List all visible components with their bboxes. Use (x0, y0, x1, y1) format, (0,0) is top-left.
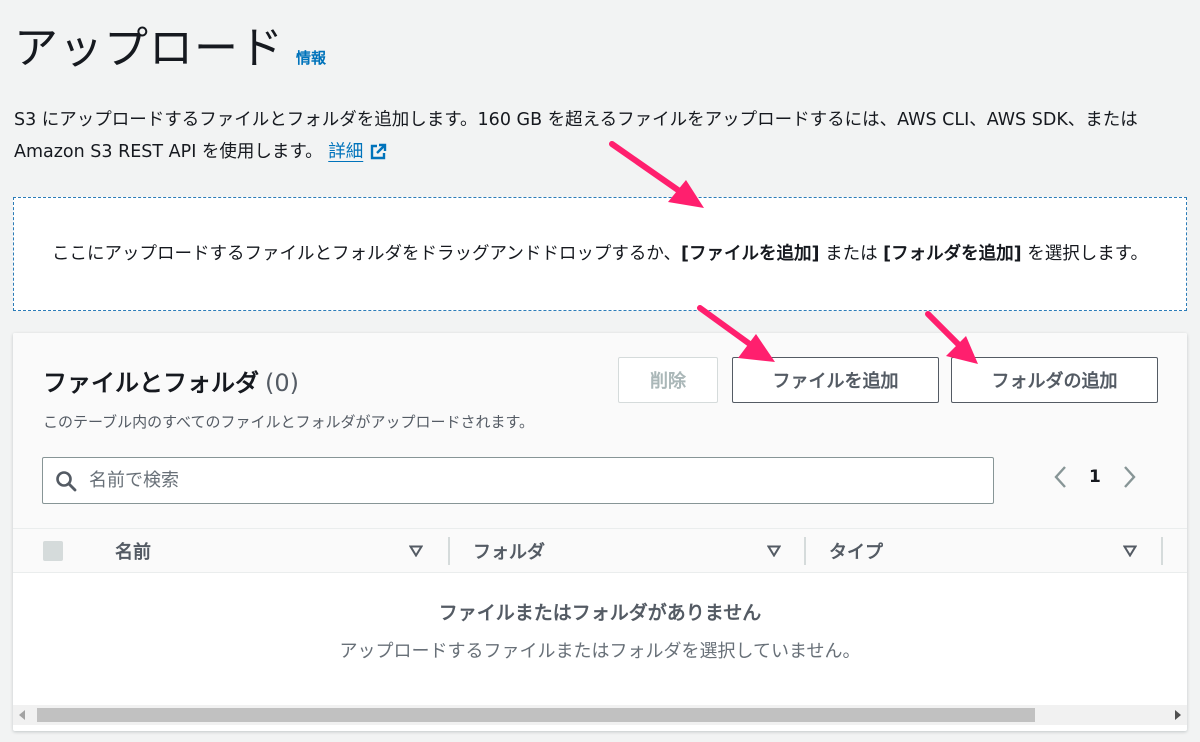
description-text: S3 にアップロードするファイルとフォルダを追加します。160 GB を超えるフ… (14, 110, 1138, 162)
column-header-folder[interactable]: フォルダ (473, 529, 793, 573)
current-page-number[interactable]: 1 (1089, 467, 1101, 487)
files-and-folders-panel: ファイルとフォルダ (0) このテーブル内のすべてのファイルとフォルダがアップロー… (13, 333, 1187, 731)
page-description: S3 にアップロードするファイルとフォルダを追加します。160 GB を超えるフ… (14, 104, 1190, 168)
caret-down-icon[interactable] (409, 545, 423, 557)
search-box[interactable] (42, 457, 994, 504)
chevron-left-icon[interactable] (1053, 465, 1067, 489)
search-icon (56, 470, 77, 491)
panel-title-text: ファイルとフォルダ (43, 369, 259, 397)
page-title: アップロード (14, 23, 284, 74)
caret-down-icon[interactable] (1123, 545, 1137, 557)
empty-state-title: ファイルまたはフォルダがありません (438, 602, 762, 624)
external-link-icon (371, 143, 387, 160)
empty-state-description: アップロードするファイルまたはフォルダを選択していません。 (339, 641, 861, 662)
column-divider[interactable] (448, 537, 450, 565)
column-label-type: タイプ (829, 542, 883, 563)
search-input[interactable] (89, 470, 969, 491)
caret-down-icon[interactable] (767, 545, 781, 557)
scroll-left-arrow-icon[interactable] (19, 710, 25, 720)
dropzone-text-before: ここにアップロードするファイルとフォルダをドラッグアンドドロップするか、 (52, 244, 681, 264)
delete-button[interactable]: 削除 (618, 357, 718, 403)
table-header: 名前 フォルダ タイプ (13, 529, 1187, 573)
column-divider[interactable] (1161, 537, 1163, 565)
dropzone-text-after: を選択します。 (1021, 244, 1148, 264)
dropzone-text: ここにアップロードするファイルとフォルダをドラッグアンドドロップするか、[ファイ… (52, 238, 1148, 270)
page-header: アップロード 情報 (14, 12, 326, 76)
dropzone-add-files-ref: [ファイルを追加] (681, 244, 820, 264)
scroll-right-arrow-icon[interactable] (1175, 710, 1181, 720)
select-all-checkbox[interactable] (43, 541, 63, 561)
upload-dropzone[interactable]: ここにアップロードするファイルとフォルダをドラッグアンドドロップするか、[ファイ… (13, 197, 1187, 311)
learn-more-link[interactable]: 詳細 (328, 136, 387, 168)
dropzone-text-middle: または (819, 244, 884, 264)
panel-title: ファイルとフォルダ (0) (43, 363, 299, 398)
column-label-name: 名前 (115, 542, 151, 563)
add-files-button[interactable]: ファイルを追加 (732, 357, 939, 403)
column-header-type[interactable]: タイプ (829, 529, 1149, 573)
dropzone-add-folder-ref: [フォルダを追加] (883, 244, 1022, 264)
column-divider[interactable] (804, 537, 806, 565)
column-label-folder: フォルダ (473, 542, 545, 563)
panel-description: このテーブル内のすべてのファイルとフォルダがアップロードされます。 (43, 413, 534, 431)
panel-header: ファイルとフォルダ (0) このテーブル内のすべてのファイルとフォルダがアップロー… (13, 333, 1187, 529)
column-header-name[interactable]: 名前 (115, 529, 435, 573)
learn-more-label: 詳細 (328, 142, 364, 162)
item-count: (0) (265, 369, 299, 397)
pagination: 1 (1053, 465, 1137, 489)
info-link[interactable]: 情報 (296, 47, 326, 68)
horizontal-scrollbar[interactable] (13, 705, 1187, 725)
add-folder-button[interactable]: フォルダの追加 (951, 357, 1158, 403)
scrollbar-thumb[interactable] (37, 708, 1035, 722)
chevron-right-icon[interactable] (1123, 465, 1137, 489)
